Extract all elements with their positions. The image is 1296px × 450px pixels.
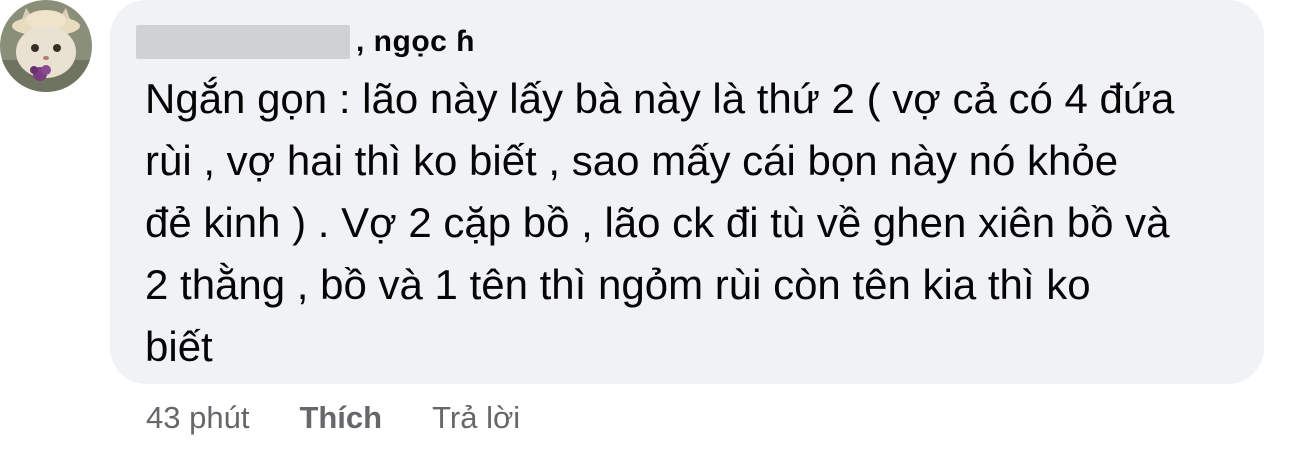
comment-actions: 43 phút Thích Trả lời bbox=[146, 400, 520, 436]
comment: , ngọc ɦ Ngắn gọn : lão này lấy bà này l… bbox=[0, 0, 1296, 450]
comment-author: , ngọc ɦ bbox=[136, 22, 475, 62]
comment-text: Ngắn gọn : lão này lấy bà này là thứ 2 (… bbox=[145, 75, 1175, 370]
comment-timestamp[interactable]: 43 phút bbox=[146, 400, 249, 436]
reply-button[interactable]: Trả lời bbox=[432, 400, 520, 436]
cat-avatar-icon bbox=[0, 0, 92, 92]
redacted-name-block bbox=[136, 25, 350, 59]
avatar[interactable] bbox=[0, 0, 92, 92]
like-button[interactable]: Thích bbox=[299, 400, 382, 436]
author-name[interactable]: , ngọc ɦ bbox=[356, 25, 475, 59]
